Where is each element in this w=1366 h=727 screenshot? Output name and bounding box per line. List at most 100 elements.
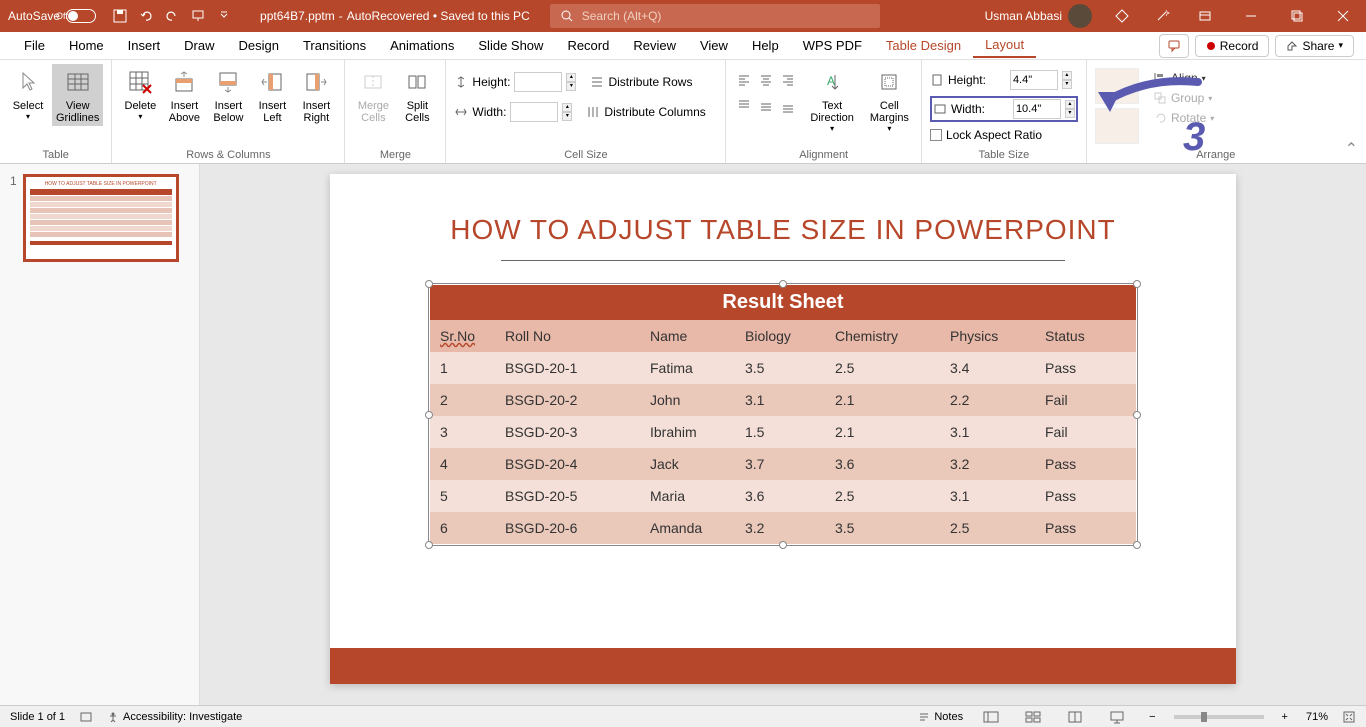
insert-above-button[interactable]: Insert Above: [164, 64, 204, 126]
menu-insert[interactable]: Insert: [116, 34, 173, 57]
diamond-icon[interactable]: [1102, 8, 1142, 24]
result-table-selection[interactable]: Result Sheet Sr.No Roll No Name Biology …: [430, 285, 1136, 544]
spinner-down[interactable]: ▾: [1062, 80, 1072, 89]
spinner-up[interactable]: ▴: [1065, 100, 1075, 109]
view-gridlines-button[interactable]: View Gridlines: [52, 64, 103, 126]
spinner-up[interactable]: ▴: [1062, 71, 1072, 80]
align-center-icon[interactable]: [756, 70, 776, 90]
menu-file[interactable]: File: [12, 34, 57, 57]
menu-slideshow[interactable]: Slide Show: [466, 34, 555, 57]
redo-icon[interactable]: [164, 8, 180, 24]
slide-sorter-icon[interactable]: [1019, 708, 1047, 726]
present-icon[interactable]: [190, 8, 206, 24]
split-cells-button[interactable]: Split Cells: [397, 64, 437, 126]
normal-view-icon[interactable]: [977, 708, 1005, 726]
spinner-down[interactable]: ▾: [562, 112, 572, 121]
align-left-icon[interactable]: [734, 70, 754, 90]
accessibility-status[interactable]: Accessibility: Investigate: [107, 711, 242, 723]
comments-button[interactable]: [1159, 34, 1189, 58]
spinner-down[interactable]: ▾: [1065, 109, 1075, 118]
align-bottom-icon[interactable]: [778, 96, 798, 116]
bring-forward-icon[interactable]: [1095, 68, 1139, 104]
insert-below-button[interactable]: Insert Below: [208, 64, 248, 126]
collapse-ribbon-icon[interactable]: ⌃: [1345, 139, 1366, 163]
selection-handle[interactable]: [779, 280, 787, 288]
wand-icon[interactable]: [1142, 8, 1182, 24]
slide-thumbnail[interactable]: HOW TO ADJUST TABLE SIZE IN POWERPOINT: [23, 174, 179, 262]
slide-thumbnails-panel[interactable]: 1 HOW TO ADJUST TABLE SIZE IN POWERPOINT: [0, 164, 200, 705]
undo-icon[interactable]: [138, 8, 154, 24]
cell-margins-button[interactable]: Cell Margins▾: [866, 64, 913, 135]
menu-table-design[interactable]: Table Design: [874, 34, 973, 57]
distribute-rows-button[interactable]: Distribute Rows: [590, 75, 692, 89]
record-button[interactable]: Record: [1195, 35, 1270, 57]
zoom-level[interactable]: 71%: [1306, 711, 1328, 723]
selection-handle[interactable]: [1133, 541, 1141, 549]
menu-animations[interactable]: Animations: [378, 34, 466, 57]
slideshow-view-icon[interactable]: [1103, 708, 1131, 726]
language-icon[interactable]: [79, 710, 93, 724]
menu-design[interactable]: Design: [227, 34, 291, 57]
share-button[interactable]: Share▾: [1275, 35, 1354, 57]
insert-right-button[interactable]: Insert Right: [296, 64, 336, 126]
menu-review[interactable]: Review: [621, 34, 688, 57]
spinner-up[interactable]: ▴: [562, 103, 572, 112]
menu-home[interactable]: Home: [57, 34, 116, 57]
lock-aspect-checkbox[interactable]: Lock Aspect Ratio: [930, 128, 1042, 142]
insert-left-button[interactable]: Insert Left: [252, 64, 292, 126]
gridlines-icon: [62, 66, 94, 98]
slide[interactable]: HOW TO ADJUST TABLE SIZE IN POWERPOINT R…: [330, 174, 1236, 684]
menu-layout[interactable]: Layout: [973, 33, 1036, 58]
align-button[interactable]: Align▾: [1153, 71, 1214, 85]
merge-cells-button[interactable]: Merge Cells: [353, 64, 393, 126]
selection-handle[interactable]: [1133, 280, 1141, 288]
align-right-icon[interactable]: [778, 70, 798, 90]
search-box[interactable]: Search (Alt+Q): [550, 4, 880, 28]
slide-canvas[interactable]: HOW TO ADJUST TABLE SIZE IN POWERPOINT R…: [200, 164, 1366, 705]
table-height-input[interactable]: [1010, 70, 1058, 90]
selection-handle[interactable]: [425, 411, 433, 419]
cell-height-input[interactable]: [514, 72, 562, 92]
spinner-up[interactable]: ▴: [566, 73, 576, 82]
zoom-in-button[interactable]: +: [1278, 711, 1292, 723]
align-middle-icon[interactable]: [756, 96, 776, 116]
reading-view-icon[interactable]: [1061, 708, 1089, 726]
close-button[interactable]: [1320, 0, 1366, 32]
menu-record[interactable]: Record: [555, 34, 621, 57]
selection-handle[interactable]: [425, 541, 433, 549]
maximize-button[interactable]: [1274, 0, 1320, 32]
send-backward-icon[interactable]: [1095, 108, 1139, 144]
select-button[interactable]: Select▾: [8, 64, 48, 123]
selection-handle[interactable]: [1133, 411, 1141, 419]
group-button[interactable]: Group▾: [1153, 91, 1214, 105]
slide-title: HOW TO ADJUST TABLE SIZE IN POWERPOINT: [380, 214, 1186, 246]
distribute-cols-button[interactable]: Distribute Columns: [586, 105, 705, 119]
rotate-button[interactable]: Rotate▾: [1153, 111, 1214, 125]
result-table[interactable]: Result Sheet Sr.No Roll No Name Biology …: [430, 285, 1136, 544]
selection-handle[interactable]: [425, 280, 433, 288]
fit-to-window-icon[interactable]: [1342, 710, 1356, 724]
zoom-out-button[interactable]: −: [1145, 711, 1159, 723]
menu-help[interactable]: Help: [740, 34, 791, 57]
user-account[interactable]: Usman Abbasi: [975, 4, 1102, 28]
delete-button[interactable]: Delete▾: [120, 64, 160, 123]
table-width-input[interactable]: [1013, 99, 1061, 119]
toggle-switch[interactable]: Off: [66, 9, 96, 23]
menu-wpspdf[interactable]: WPS PDF: [791, 34, 874, 57]
filename-label: ppt64B7.pptm: [260, 9, 335, 23]
qat-more-icon[interactable]: [216, 8, 232, 24]
ribbon-display-icon[interactable]: [1182, 0, 1228, 32]
menu-view[interactable]: View: [688, 34, 740, 57]
minimize-button[interactable]: [1228, 0, 1274, 32]
notes-button[interactable]: Notes: [918, 711, 963, 723]
menu-draw[interactable]: Draw: [172, 34, 226, 57]
zoom-slider[interactable]: [1174, 715, 1264, 719]
align-top-icon[interactable]: [734, 96, 754, 116]
text-direction-button[interactable]: A Text Direction▾: [806, 64, 857, 135]
selection-handle[interactable]: [779, 541, 787, 549]
cell-width-input[interactable]: [510, 102, 558, 122]
autosave-toggle[interactable]: AutoSave Off: [0, 9, 104, 23]
save-icon[interactable]: [112, 8, 128, 24]
menu-transitions[interactable]: Transitions: [291, 34, 378, 57]
spinner-down[interactable]: ▾: [566, 82, 576, 91]
